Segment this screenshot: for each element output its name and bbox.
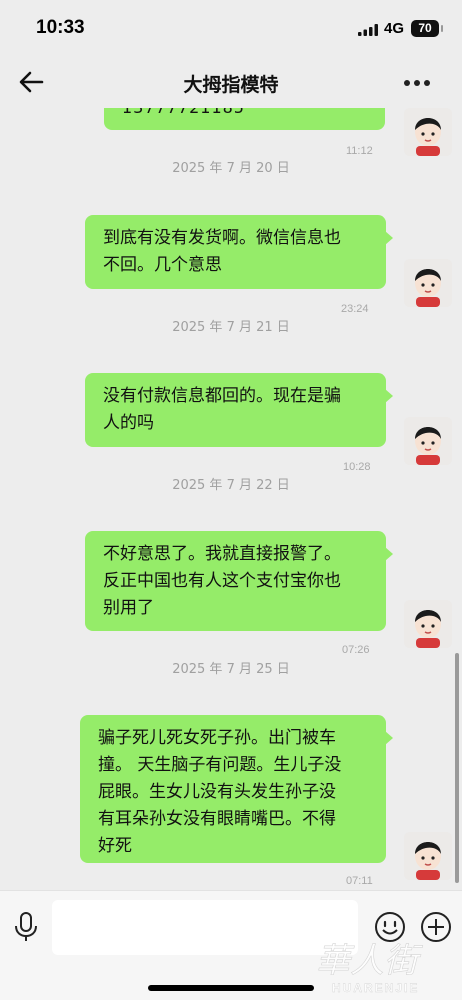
chat-header: 大拇指模特: [0, 56, 462, 108]
date-separator: 2025 年 7 月 25 日: [172, 662, 290, 677]
message-text: 13777721185: [122, 108, 371, 121]
date-separator: 2025 年 7 月 21 日: [172, 320, 290, 335]
battery-icon: 70: [411, 20, 443, 37]
message-time: 10:28: [343, 461, 371, 473]
message-text: 人的吗: [103, 413, 154, 433]
watermark-logo: 華人街 HUARENJIE: [316, 941, 424, 996]
message-bubble[interactable]: 骗子死儿死女死子孙。出门被车 撞。 天生脑子有问题。生儿子没 屁眼。生女儿没有头…: [80, 715, 393, 863]
message-bubble[interactable]: 到底有没有发货啊。微信信息也 不回。几个意思: [85, 215, 393, 289]
status-time: 10:33: [36, 17, 85, 38]
avatar[interactable]: [404, 259, 452, 307]
more-dots-icon[interactable]: [404, 80, 430, 86]
message-time: 07:26: [342, 644, 370, 656]
message-text: 没有付款信息都回的。现在是骗: [103, 386, 341, 406]
message-text: 屁眼。生女儿没有头发生孙子没: [98, 782, 336, 802]
message-time: 07:11: [346, 875, 373, 887]
status-bar: 10:33 4G 70: [0, 0, 462, 56]
avatar[interactable]: [404, 600, 452, 648]
message-bubble[interactable]: 13777721185: [104, 108, 385, 130]
message-time: 23:24: [341, 303, 369, 315]
message-bubble[interactable]: 不好意思了。我就直接报警了。 反正中国也有人这个支付宝你也 别用了: [85, 531, 393, 631]
message-list[interactable]: 13777721185 11:12 2025 年 7 月 20 日 到底有没有发…: [0, 108, 462, 890]
microphone-icon[interactable]: [12, 911, 40, 943]
chat-title: 大拇指模特: [183, 74, 279, 96]
avatar[interactable]: [404, 832, 452, 880]
message-time: 11:12: [346, 145, 373, 157]
message-text: 撞。 天生脑子有问题。生儿子没: [98, 755, 342, 775]
avatar[interactable]: [404, 108, 452, 156]
date-separator: 2025 年 7 月 22 日: [172, 478, 290, 493]
network-type: 4G: [384, 20, 405, 37]
message-text: 到底有没有发货啊。微信信息也: [103, 228, 341, 248]
message-text: 有耳朵孙女没有眼睛嘴巴。不得: [98, 809, 336, 829]
message-text: 不回。几个意思: [103, 255, 222, 275]
message-text: 反正中国也有人这个支付宝你也: [103, 571, 341, 591]
message-text: 不好意思了。我就直接报警了。: [103, 544, 341, 564]
avatar[interactable]: [404, 417, 452, 465]
date-separator: 2025 年 7 月 20 日: [172, 161, 290, 176]
svg-text:華人街: 華人街: [316, 941, 423, 981]
scrollbar[interactable]: [455, 653, 459, 883]
message-text: 好死: [98, 836, 132, 856]
signal-icon: [358, 24, 378, 36]
message-text: 骗子死儿死女死子孙。出门被车: [98, 728, 336, 748]
svg-text:HUARENJIE: HUARENJIE: [332, 981, 419, 995]
message-bubble[interactable]: 没有付款信息都回的。现在是骗 人的吗: [85, 373, 393, 447]
home-indicator: [148, 985, 314, 991]
message-text: 别用了: [103, 598, 154, 618]
